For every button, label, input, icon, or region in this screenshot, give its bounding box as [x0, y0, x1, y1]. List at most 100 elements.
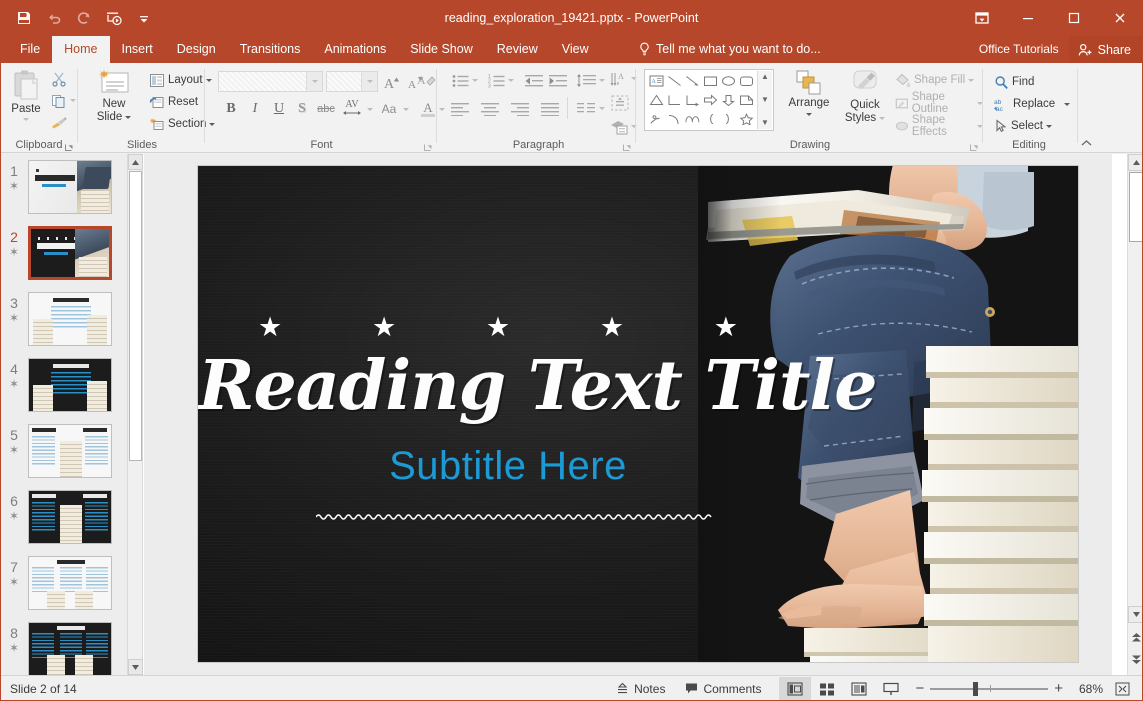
shape-elbow-arrow-connector[interactable] — [683, 91, 701, 110]
shape-rounded-rectangle[interactable] — [737, 72, 755, 91]
find-button[interactable]: Find — [994, 72, 1034, 92]
shapes-scroll-down-icon[interactable]: ▼ — [761, 96, 769, 104]
shapes-gallery[interactable]: A ▲ ▼ ▼ — [644, 69, 774, 131]
normal-view-button[interactable] — [779, 676, 812, 701]
align-text-button[interactable] — [609, 93, 631, 113]
thumbnail-preview[interactable] — [28, 226, 112, 280]
font-dialog-launcher[interactable] — [424, 141, 433, 151]
thumbnail-slide-1[interactable]: 1 ✶ — [0, 160, 127, 214]
justify-button[interactable] — [539, 99, 561, 119]
zoom-in-button[interactable]: + — [1054, 680, 1063, 697]
slide-title-placeholder[interactable]: Reading Text Title — [198, 346, 878, 426]
copy-caret-icon[interactable] — [70, 99, 76, 102]
bullets-button[interactable] — [449, 71, 471, 91]
reading-view-button[interactable] — [843, 677, 875, 701]
thumbnail-pane-scrollbar[interactable] — [128, 154, 143, 675]
zoom-out-button[interactable]: − — [915, 680, 924, 697]
minimize-icon[interactable] — [1005, 0, 1051, 36]
columns-caret-icon[interactable] — [599, 107, 605, 110]
thumbnail-preview[interactable] — [28, 292, 112, 346]
shape-double-wave-curve[interactable] — [683, 109, 701, 128]
slide-pane-scrollbar[interactable] — [1127, 154, 1143, 675]
thumbnail-slide-8[interactable]: 8 ✶ — [0, 622, 127, 675]
shape-fill-button[interactable]: Shape Fill — [895, 70, 975, 90]
tab-review[interactable]: Review — [485, 36, 550, 63]
new-slide-caret-icon[interactable] — [125, 116, 132, 120]
shape-outline-button[interactable]: Shape Outline — [895, 91, 983, 115]
close-icon[interactable] — [1097, 0, 1143, 36]
center-button[interactable] — [479, 99, 501, 119]
thumbnail-preview[interactable] — [28, 490, 112, 544]
decrease-indent-button[interactable] — [523, 71, 545, 91]
cut-button[interactable] — [48, 69, 70, 89]
thumbnail-slide-7[interactable]: 7 ✶ — [0, 556, 127, 610]
shape-elbow-connector[interactable] — [665, 91, 683, 110]
ribbon-display-options-icon[interactable] — [959, 0, 1005, 36]
select-caret-icon[interactable] — [1045, 124, 1052, 128]
slide-sorter-view-button[interactable] — [811, 677, 843, 701]
shape-right-arrow[interactable] — [701, 91, 719, 110]
align-right-button[interactable] — [509, 99, 531, 119]
paste-button[interactable]: Paste — [6, 69, 46, 122]
numbering-button[interactable]: 123 — [485, 71, 507, 91]
tab-view[interactable]: View — [550, 36, 601, 63]
arrange-caret-icon[interactable] — [806, 113, 812, 117]
new-slide-button[interactable]: New Slide — [87, 69, 141, 124]
clipboard-dialog-launcher[interactable] — [65, 141, 74, 151]
start-from-beginning-icon[interactable] — [100, 4, 128, 32]
shape-fill-caret-icon[interactable] — [968, 78, 975, 82]
font-name-caret-icon[interactable] — [306, 72, 322, 91]
share-button[interactable]: Share — [1068, 36, 1143, 63]
shape-arc[interactable] — [665, 109, 683, 128]
arrange-button[interactable]: Arrange — [783, 69, 835, 117]
character-spacing-button[interactable]: AV — [339, 96, 365, 118]
shapes-gallery-scrollbar[interactable]: ▲ ▼ ▼ — [757, 71, 772, 129]
redo-icon[interactable] — [70, 4, 98, 32]
convert-to-smartart-button[interactable] — [609, 117, 631, 137]
shapes-scroll-up-icon[interactable]: ▲ — [761, 73, 769, 81]
change-case-button[interactable]: Aa — [376, 99, 402, 119]
shape-text-box[interactable]: A — [647, 72, 665, 91]
shape-right-brace[interactable] — [719, 109, 737, 128]
text-shadow-button[interactable]: S — [292, 99, 312, 119]
shape-five-point-star[interactable] — [737, 109, 755, 128]
account-name[interactable]: Office Tutorials — [979, 36, 1069, 63]
thumbnail-scroll-down-button[interactable] — [128, 659, 143, 675]
thumbnail-scrollbar-thumb[interactable] — [129, 171, 142, 461]
tab-animations[interactable]: Animations — [312, 36, 398, 63]
thumbnail-slide-5[interactable]: 5 ✶ — [0, 424, 127, 478]
zoom-slider[interactable] — [930, 681, 1049, 697]
copy-button[interactable] — [48, 91, 70, 111]
line-spacing-button[interactable] — [574, 71, 598, 91]
next-slide-button[interactable] — [1128, 649, 1143, 669]
text-direction-button[interactable]: A — [609, 69, 631, 89]
shapes-more-icon[interactable]: ▼ — [761, 119, 769, 127]
shape-left-brace[interactable] — [701, 109, 719, 128]
paragraph-dialog-launcher[interactable] — [623, 141, 632, 151]
slide-scrollbar-thumb[interactable] — [1129, 172, 1143, 242]
collapse-ribbon-button[interactable] — [1078, 135, 1094, 151]
zoom-slider-handle[interactable] — [973, 681, 979, 696]
bullets-caret-icon[interactable] — [472, 79, 478, 82]
reset-button[interactable]: Reset — [149, 92, 198, 112]
increase-indent-button[interactable] — [547, 71, 569, 91]
shape-line[interactable] — [665, 72, 683, 91]
bold-button[interactable]: B — [221, 99, 241, 119]
font-size-caret-icon[interactable] — [361, 72, 377, 91]
thumbnail-slide-2[interactable]: 2 ✶ — [0, 226, 127, 280]
shape-scribble[interactable] — [647, 109, 665, 128]
character-spacing-caret-icon[interactable] — [367, 108, 373, 111]
align-left-button[interactable] — [449, 99, 471, 119]
slide-subtitle-placeholder[interactable]: Subtitle Here — [198, 444, 818, 489]
fit-to-window-button[interactable] — [1109, 677, 1135, 701]
slide-scroll-up-button[interactable] — [1128, 154, 1143, 171]
line-spacing-caret-icon[interactable] — [599, 79, 605, 82]
font-size-combobox[interactable] — [326, 71, 378, 92]
paste-caret-icon[interactable] — [23, 118, 29, 122]
replace-caret-icon[interactable] — [1064, 102, 1071, 106]
layout-button[interactable]: Layout — [149, 70, 212, 90]
underline-button[interactable]: U — [269, 99, 289, 119]
columns-button[interactable] — [575, 99, 597, 119]
tab-slide-show[interactable]: Slide Show — [398, 36, 485, 63]
thumbnail-preview[interactable] — [28, 358, 112, 412]
